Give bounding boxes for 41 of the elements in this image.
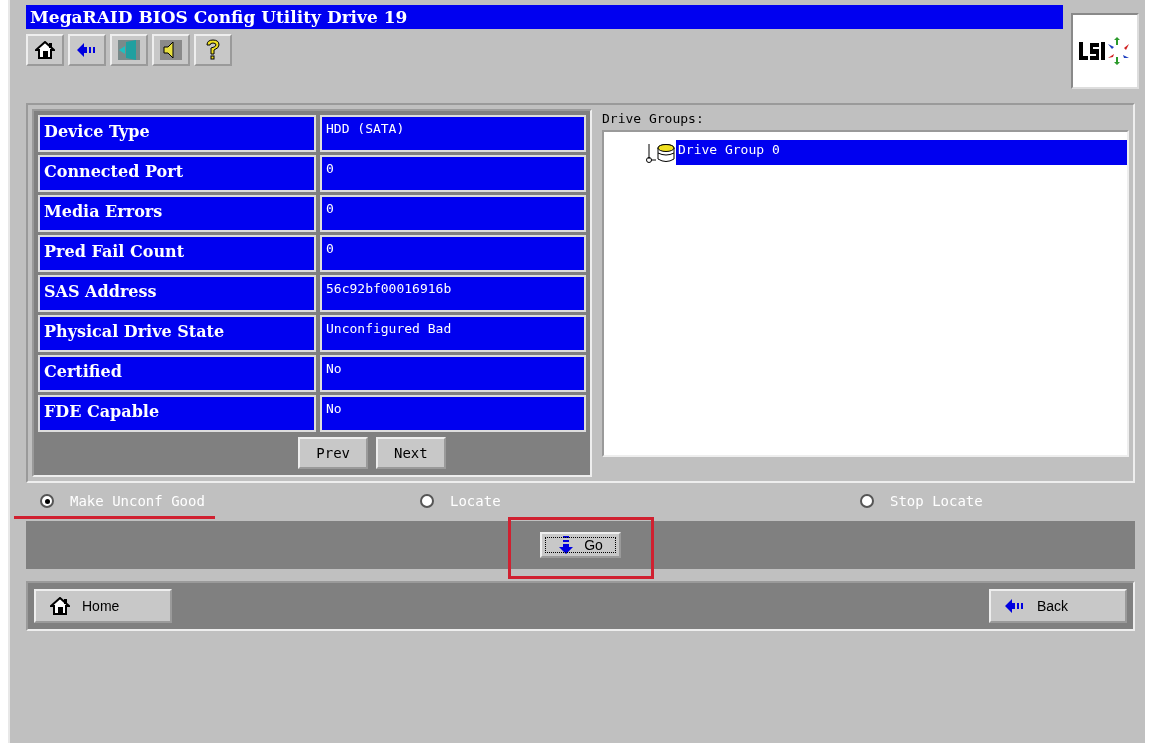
- property-label: FDE Capable: [38, 395, 316, 432]
- back-arrow-icon: [1005, 599, 1025, 613]
- property-value: HDD (SATA): [320, 115, 586, 152]
- exit-door-icon: [116, 38, 142, 62]
- nav-button[interactable]: Home: [34, 589, 172, 623]
- window-title: MegaRAID BIOS Config Utility Drive 19: [26, 5, 1063, 29]
- property-value: 0: [320, 235, 586, 272]
- property-label: Certified: [38, 355, 316, 392]
- speaker-icon: [158, 38, 184, 62]
- nav-button[interactable]: Back: [989, 589, 1127, 623]
- tree-item[interactable]: Drive Group 0: [676, 140, 1127, 165]
- property-label: Media Errors: [38, 195, 316, 232]
- back-arrow-icon: [77, 43, 97, 57]
- property-label: Device Type: [38, 115, 316, 152]
- toolbar-button[interactable]: [194, 34, 232, 66]
- property-value: Unconfigured Bad: [320, 315, 586, 352]
- toolbar-button[interactable]: [68, 34, 106, 66]
- radio-button[interactable]: [40, 494, 54, 508]
- property-value: 0: [320, 195, 586, 232]
- property-label: Physical Drive State: [38, 315, 316, 352]
- home-icon: [50, 597, 70, 615]
- tree-connector-icon: [644, 141, 656, 164]
- property-label: SAS Address: [38, 275, 316, 312]
- property-value: No: [320, 355, 586, 392]
- database-icon: [656, 142, 676, 163]
- property-value: 0: [320, 155, 586, 192]
- toolbar-button[interactable]: [26, 34, 64, 66]
- pager-button[interactable]: Next: [376, 437, 446, 469]
- property-label: Pred Fail Count: [38, 235, 316, 272]
- radio-button[interactable]: [420, 494, 434, 508]
- go-button[interactable]: Go: [540, 532, 621, 558]
- toolbar-button[interactable]: [152, 34, 190, 66]
- drive-groups-title: Drive Groups:: [602, 110, 705, 128]
- pager-button[interactable]: Prev: [298, 437, 368, 469]
- property-value: No: [320, 395, 586, 432]
- down-arrow-icon: [558, 536, 575, 554]
- help-icon: [204, 38, 222, 62]
- property-value: 56c92bf00016916b: [320, 275, 586, 312]
- radio-button[interactable]: [860, 494, 874, 508]
- property-label: Connected Port: [38, 155, 316, 192]
- home-icon: [35, 41, 55, 59]
